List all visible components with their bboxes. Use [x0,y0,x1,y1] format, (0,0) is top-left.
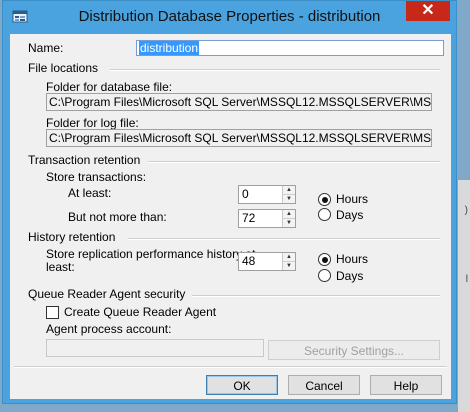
footer-divider [14,366,447,368]
log-folder-field[interactable]: C:\Program Files\Microsoft SQL Server\MS… [46,129,432,147]
log-folder-label: Folder for log file: [46,116,139,130]
transaction-days-label: Days [336,208,364,222]
not-more-than-stepper[interactable]: 72 ▲ ▼ [238,209,296,228]
agent-account-field[interactable] [46,339,264,357]
at-least-label: At least: [68,186,112,200]
transaction-hours-radio[interactable] [318,193,331,206]
close-button[interactable]: ✕ [406,1,450,21]
history-value: 48 [242,254,256,268]
spin-up-icon[interactable]: ▲ [283,210,295,219]
store-transactions-label: Store transactions: [46,170,147,184]
name-value: distribution [139,41,200,55]
history-retention-heading: History retention [28,230,116,244]
not-more-than-spin-buttons: ▲ ▼ [282,210,295,227]
not-more-than-value: 72 [242,211,256,225]
db-folder-field[interactable]: C:\Program Files\Microsoft SQL Server\MS… [46,93,432,111]
transaction-days-radio[interactable] [318,208,331,221]
history-store-label: Store replication performance history at [46,247,256,261]
history-spin-buttons: ▲ ▼ [282,253,295,270]
history-days-radio[interactable] [318,269,331,282]
radio-selected-dot [321,256,328,263]
at-least-value: 0 [242,187,249,201]
history-hours-label: Hours [336,252,369,266]
help-button[interactable]: Help [370,375,442,395]
transaction-hours-label: Hours [336,192,369,206]
db-folder-label: Folder for database file: [46,80,173,94]
dialog-window: Distribution Database Properties - distr… [2,0,457,404]
history-store-label-cont: least: [46,260,75,274]
create-queue-reader-label: Create Queue Reader Agent [64,305,217,319]
section-divider [148,161,440,163]
cancel-button[interactable]: Cancel [288,375,360,395]
history-stepper[interactable]: 48 ▲ ▼ [238,252,296,271]
radio-selected-dot [321,196,328,203]
dialog-client-area: Name: distribution File locations Folder… [10,34,451,399]
name-label: Name: [28,41,64,55]
spin-up-icon[interactable]: ▲ [283,253,295,262]
background-fragment: ) [464,205,468,216]
history-hours-radio[interactable] [318,253,331,266]
security-settings-button[interactable]: Security Settings... [268,340,440,360]
section-divider [192,295,440,297]
history-days-label: Days [336,269,364,283]
spin-down-icon[interactable]: ▼ [283,219,295,227]
transaction-retention-heading: Transaction retention [28,153,141,167]
at-least-spin-buttons: ▲ ▼ [282,186,295,203]
window-title: Distribution Database Properties - distr… [78,8,381,25]
spin-up-icon[interactable]: ▲ [283,186,295,195]
not-more-than-label: But not more than: [68,210,167,224]
ok-button[interactable]: OK [206,375,278,395]
section-divider [128,238,440,240]
file-locations-heading: File locations [28,61,99,75]
agent-account-label: Agent process account: [46,322,172,336]
queue-reader-heading: Queue Reader Agent security [28,287,186,301]
spin-down-icon[interactable]: ▼ [283,195,295,203]
section-divider [110,69,440,71]
background-fragment: l [465,274,468,285]
spin-down-icon[interactable]: ▼ [283,262,295,270]
at-least-stepper[interactable]: 0 ▲ ▼ [238,185,296,204]
name-field[interactable]: distribution [136,40,444,56]
create-queue-reader-checkbox[interactable] [46,306,59,319]
title-bar[interactable]: Distribution Database Properties - distr… [3,1,456,34]
